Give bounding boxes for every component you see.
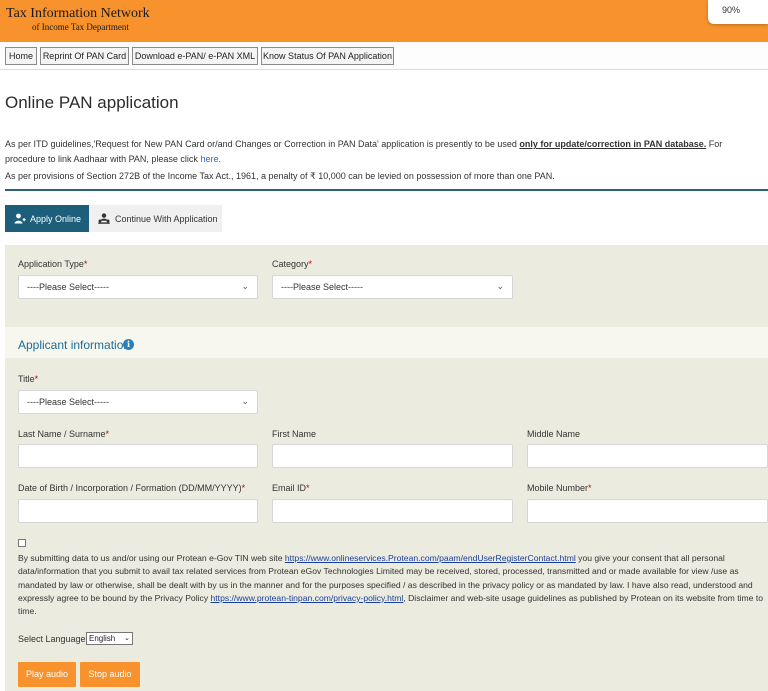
- register-contact-link[interactable]: https://www.onlineservices.Protean.com/p…: [285, 553, 576, 563]
- tab-continue-label: Continue With Application: [115, 214, 218, 224]
- mobile-label: Mobile Number*: [527, 483, 592, 493]
- zoom-indicator[interactable]: 90%: [708, 0, 768, 24]
- nav-home-button[interactable]: Home: [5, 47, 37, 65]
- consent-checkbox[interactable]: [18, 539, 26, 547]
- tab-apply-online-label: Apply Online: [30, 214, 82, 224]
- stop-audio-button[interactable]: Stop audio: [80, 662, 140, 687]
- language-label: Select Language: [18, 634, 86, 644]
- category-label: Category*: [272, 259, 313, 269]
- tab-continue-application[interactable]: Continue With Application: [89, 205, 222, 232]
- middle-name-input[interactable]: [527, 444, 768, 468]
- nav-know-status-button[interactable]: Know Status Of PAN Application: [261, 47, 394, 65]
- tab-apply-online[interactable]: Apply Online: [5, 205, 89, 232]
- aadhaar-link-here[interactable]: here: [200, 154, 218, 164]
- title-label: Title*: [18, 374, 39, 384]
- update-correction-link[interactable]: only for update/correction in PAN databa…: [519, 139, 706, 149]
- title-select[interactable]: ----Please Select----- ⌄: [18, 390, 258, 414]
- email-input[interactable]: [272, 499, 513, 523]
- chevron-down-icon: ⌄: [124, 635, 130, 642]
- nav-download-epan-button[interactable]: Download e-PAN/ e-PAN XML: [132, 47, 258, 65]
- nav-reprint-pan-button[interactable]: Reprint Of PAN Card: [40, 47, 129, 65]
- penalty-text: As per provisions of Section 272B of the…: [5, 171, 555, 181]
- first-name-input[interactable]: [272, 444, 513, 468]
- chevron-down-icon: ⌄: [241, 281, 249, 291]
- last-name-input[interactable]: [18, 444, 258, 468]
- language-select[interactable]: English ⌄: [86, 632, 133, 645]
- users-group-icon: [98, 213, 110, 226]
- user-add-icon: [14, 213, 26, 226]
- guidelines-text: As per ITD guidelines,'Request for New P…: [5, 139, 723, 164]
- site-header: Tax Information Network of Income Tax De…: [0, 0, 768, 42]
- section-divider: [5, 189, 768, 191]
- dob-input[interactable]: [18, 499, 258, 523]
- email-label: Email ID*: [272, 483, 310, 493]
- chevron-down-icon: ⌄: [241, 396, 249, 406]
- info-icon[interactable]: i: [123, 339, 134, 350]
- chevron-down-icon: ⌄: [496, 281, 504, 291]
- logo-title[interactable]: Tax Information Network: [6, 6, 150, 22]
- privacy-policy-link[interactable]: https://www.protean-tinpan.com/privacy-p…: [211, 593, 404, 603]
- consent-text: By submitting data to us and/or using ou…: [18, 553, 763, 617]
- last-name-label: Last Name / Surname*: [18, 429, 110, 439]
- application-type-select[interactable]: ----Please Select----- ⌄: [18, 275, 258, 299]
- play-audio-button[interactable]: Play audio: [18, 662, 76, 687]
- top-nav: Home Reprint Of PAN Card Download e-PAN/…: [0, 42, 768, 70]
- applicant-info-heading: Applicant information: [18, 338, 131, 352]
- mobile-input[interactable]: [527, 499, 768, 523]
- first-name-label: First Name: [272, 429, 317, 439]
- logo-subtitle: of Income Tax Department: [32, 22, 129, 32]
- page-title: Online PAN application: [5, 93, 179, 112]
- category-select[interactable]: ----Please Select----- ⌄: [272, 275, 513, 299]
- zoom-level: 90%: [722, 5, 741, 15]
- dob-label: Date of Birth / Incorporation / Formatio…: [18, 483, 246, 493]
- middle-name-label: Middle Name: [527, 429, 581, 439]
- application-type-label: Application Type*: [18, 259, 88, 269]
